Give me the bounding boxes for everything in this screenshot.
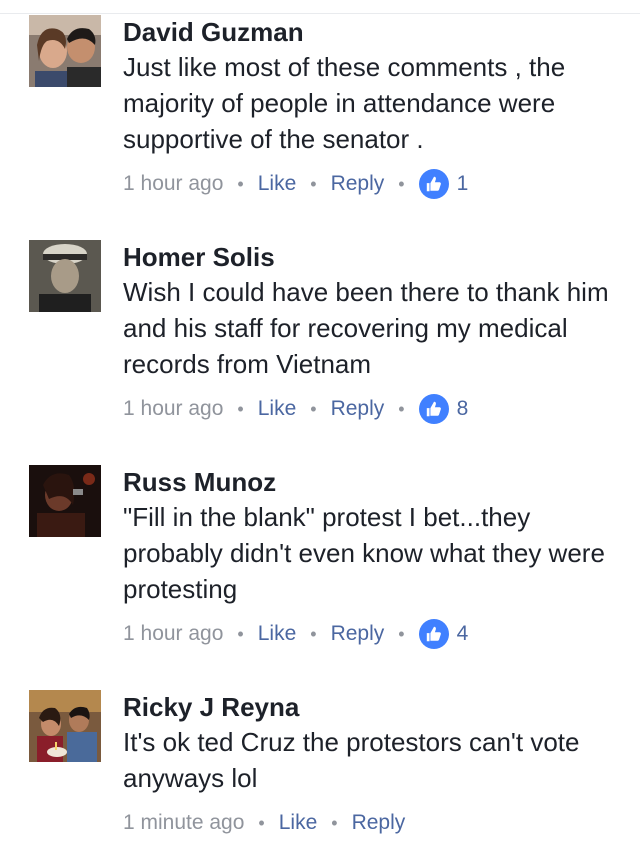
separator-dot: • [237, 173, 244, 194]
thumbs-up-icon[interactable] [418, 619, 449, 649]
comment-author[interactable]: Ricky J Reyna [123, 690, 628, 724]
comment-text: "Fill in the blank" protest I bet...they… [123, 502, 605, 604]
avatar-photo-icon [29, 15, 101, 87]
comment-timestamp[interactable]: 1 hour ago [123, 172, 223, 196]
separator-dot: • [398, 173, 405, 194]
avatar-photo-icon [29, 240, 101, 312]
comment-text: Just like most of these comments , the m… [123, 52, 566, 154]
like-count[interactable]: 1 [457, 172, 469, 196]
thumbs-up-icon[interactable] [418, 394, 449, 424]
comment-meta: 1 minute ago • Like • Reply [123, 806, 628, 840]
like-count[interactable]: 8 [457, 397, 469, 421]
like-count[interactable]: 4 [457, 622, 469, 646]
avatar-photo-icon [29, 690, 101, 762]
separator-dot: • [398, 623, 405, 644]
avatar[interactable] [29, 15, 101, 87]
separator-dot: • [331, 812, 338, 833]
comment-author[interactable]: David Guzman [123, 15, 628, 49]
divider [0, 13, 640, 14]
reply-button[interactable]: Reply [331, 172, 385, 196]
thumbs-up-icon[interactable] [418, 169, 449, 199]
comment-text: Wish I could have been there to thank hi… [123, 277, 609, 379]
comment-timestamp[interactable]: 1 hour ago [123, 397, 223, 421]
comment-author[interactable]: Homer Solis [123, 240, 628, 274]
separator-dot: • [310, 623, 317, 644]
separator-dot: • [237, 623, 244, 644]
like-button[interactable]: Like [258, 397, 297, 421]
like-button[interactable]: Like [258, 622, 297, 646]
comment-text: It's ok ted Cruz the protestors can't vo… [123, 727, 580, 793]
comment-timestamp[interactable]: 1 hour ago [123, 622, 223, 646]
reply-button[interactable]: Reply [331, 397, 385, 421]
comment-meta: 1 hour ago • Like • Reply • 8 [123, 392, 628, 426]
separator-dot: • [237, 398, 244, 419]
comment-author[interactable]: Russ Munoz [123, 465, 628, 499]
avatar[interactable] [29, 690, 101, 762]
comment-meta: 1 hour ago • Like • Reply • 1 [123, 167, 628, 201]
like-button[interactable]: Like [279, 811, 318, 835]
avatar[interactable] [29, 240, 101, 312]
separator-dot: • [398, 398, 405, 419]
comment-timestamp[interactable]: 1 minute ago [123, 811, 244, 835]
like-button[interactable]: Like [258, 172, 297, 196]
reply-button[interactable]: Reply [331, 622, 385, 646]
reply-button[interactable]: Reply [352, 811, 406, 835]
separator-dot: • [258, 812, 265, 833]
separator-dot: • [310, 173, 317, 194]
comment-meta: 1 hour ago • Like • Reply • 4 [123, 617, 628, 651]
separator-dot: • [310, 398, 317, 419]
avatar-photo-icon [29, 465, 101, 537]
avatar[interactable] [29, 465, 101, 537]
